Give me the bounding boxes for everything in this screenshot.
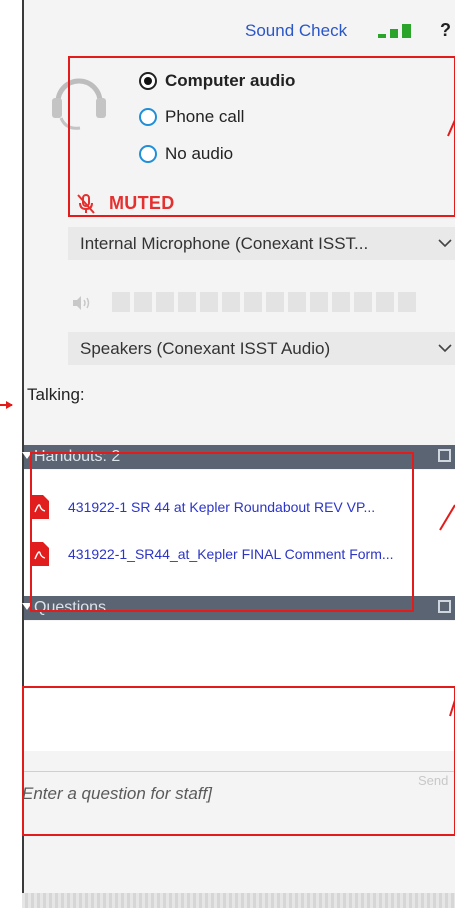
annotation-arrow xyxy=(449,699,455,717)
annotation-arrowhead xyxy=(6,401,13,409)
annotation-arrow xyxy=(439,504,455,531)
annotation-arrow xyxy=(447,119,455,137)
annotation-arrows xyxy=(0,119,455,717)
